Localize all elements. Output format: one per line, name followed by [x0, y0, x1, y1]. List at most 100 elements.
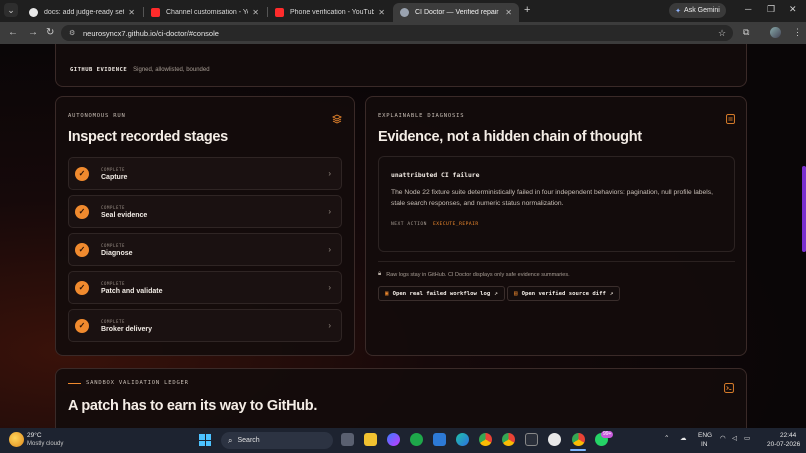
ask-gemini-label: Ask Gemini — [684, 7, 720, 14]
next-action-value: EXECUTE_REPAIR — [432, 222, 479, 227]
stage-patch-validate[interactable]: ✓ COMPLETE Patch and validate › — [68, 271, 342, 304]
windows-start-icon[interactable] — [199, 434, 211, 446]
reload-button[interactable]: ↻ — [46, 27, 54, 38]
tab-title: Channel customisation - YouTu — [166, 9, 248, 16]
xbox-icon[interactable] — [410, 433, 423, 446]
tab-youtube-channel[interactable]: Channel customisation - YouTu ✕ — [144, 3, 266, 22]
failure-title: unattributed CI failure — [391, 171, 480, 179]
arrow-right-icon: → — [28, 27, 38, 38]
tab-title: CI Doctor — Verified repair — [415, 9, 499, 16]
weather-text[interactable]: Mostly cloudy — [27, 441, 63, 447]
chrome-profile-icon[interactable] — [502, 433, 515, 446]
youtube-icon — [151, 8, 160, 17]
youtube-icon — [275, 8, 284, 17]
evidence-label: GITHUB EVIDENCE — [70, 67, 128, 73]
globe-icon — [400, 8, 409, 17]
language-top[interactable]: ENG — [698, 432, 712, 439]
chevron-right-icon: › — [328, 169, 331, 178]
wifi-icon[interactable]: ◠ — [720, 434, 726, 442]
close-icon[interactable]: ✕ — [252, 8, 259, 17]
tab-youtube-phone[interactable]: Phone verification - YouTube ✕ — [268, 3, 392, 22]
chevron-right-icon: › — [328, 245, 331, 254]
tab-github-docs[interactable]: docs: add judge-ready setup ar ✕ — [22, 3, 142, 22]
stage-status: COMPLETE — [101, 204, 126, 210]
stage-capture[interactable]: ✓ COMPLETE Capture › — [68, 157, 342, 190]
tab-search-button[interactable]: ⌄ — [4, 3, 18, 17]
next-action-row: NEXT ACTION EXECUTE_REPAIR — [391, 222, 479, 227]
open-workflow-log-label: Open real failed workflow log — [392, 290, 491, 297]
onedrive-icon[interactable]: ☁ — [680, 434, 687, 442]
back-button[interactable]: ← — [8, 27, 18, 38]
check-icon: ✓ — [75, 166, 89, 181]
volume-icon[interactable]: ◁ — [732, 434, 737, 442]
close-icon[interactable]: ✕ — [128, 8, 135, 17]
external-link-icon: ↗ — [609, 290, 614, 297]
stage-seal-evidence[interactable]: ✓ COMPLETE Seal evidence › — [68, 195, 342, 228]
taskbar-search[interactable]: ⌕ Search — [221, 432, 333, 449]
diagnosis-title: Evidence, not a hidden chain of thought — [378, 129, 642, 145]
close-icon[interactable]: ✕ — [505, 8, 512, 17]
chevron-up-icon[interactable]: ⌃ — [664, 434, 669, 442]
open-source-diff-label: Open verified source diff — [521, 290, 606, 297]
edge-icon[interactable] — [456, 433, 469, 446]
extensions-icon[interactable]: ⧉ — [743, 27, 749, 38]
divider — [378, 261, 735, 262]
open-workflow-log-button[interactable]: ▣ Open real failed workflow log ↗ — [378, 286, 505, 301]
chatgpt-icon[interactable] — [548, 433, 561, 446]
close-window-button[interactable]: ✕ — [789, 4, 797, 15]
evidence-card: GITHUB EVIDENCE Signed, allowlisted, bou… — [55, 44, 747, 87]
language-bottom[interactable]: IN — [701, 441, 708, 448]
layers-icon — [331, 111, 343, 124]
weather-icon[interactable] — [9, 432, 24, 447]
clock-time[interactable]: 22:44 — [780, 432, 796, 439]
clock-date[interactable]: 20-07-2026 — [767, 441, 800, 448]
lock-icon: 🔒︎ — [378, 271, 382, 277]
chrome-icon[interactable] — [479, 433, 492, 446]
battery-icon[interactable]: ▭ — [744, 434, 750, 442]
check-icon: ✓ — [75, 280, 89, 295]
autonomous-run-card: AUTONOMOUS RUN Inspect recorded stages ✓… — [55, 96, 355, 356]
stage-diagnose[interactable]: ✓ COMPLETE Diagnose › — [68, 233, 342, 266]
site-info-icon[interactable]: ⚙ — [69, 29, 77, 37]
tab-ci-doctor[interactable]: CI Doctor — Verified repair ✕ — [393, 3, 519, 22]
file-explorer-icon[interactable] — [364, 433, 377, 446]
close-icon[interactable]: ✕ — [378, 8, 385, 17]
maximize-button[interactable]: ❐ — [767, 4, 775, 15]
ask-gemini-button[interactable]: ✦ Ask Gemini — [669, 3, 726, 18]
profile-avatar[interactable] — [770, 27, 781, 38]
stage-name: Seal evidence — [101, 211, 148, 219]
chrome-active-icon[interactable] — [572, 433, 585, 446]
stage-status: COMPLETE — [101, 318, 126, 324]
sparkle-icon: ✦ — [675, 7, 682, 15]
arrow-left-icon: ← — [8, 27, 18, 38]
check-icon: ✓ — [75, 318, 89, 333]
eyebrow-rule — [68, 383, 81, 384]
task-view-icon[interactable] — [341, 433, 354, 446]
forward-button[interactable]: → — [28, 27, 38, 38]
open-source-diff-button[interactable]: ▤ Open verified source diff ↗ — [507, 286, 621, 301]
store-icon[interactable] — [433, 433, 446, 446]
reload-icon: ↻ — [46, 27, 55, 38]
ledger-card: SANDBOX VALIDATION LEDGER A patch has to… — [55, 368, 747, 428]
minimize-button[interactable]: ─ — [745, 4, 751, 14]
weather-temp[interactable]: 29°C — [27, 432, 42, 439]
stage-broker-delivery[interactable]: ✓ COMPLETE Broker delivery › — [68, 309, 342, 342]
autonomous-run-eyebrow: AUTONOMOUS RUN — [68, 113, 126, 119]
menu-kebab-icon[interactable]: ⋮ — [793, 27, 802, 38]
notification-badge: 99+ — [601, 431, 614, 438]
check-icon: ✓ — [75, 242, 89, 257]
bookmark-star-icon[interactable]: ☆ — [718, 28, 726, 39]
terminal-app-icon[interactable] — [525, 433, 538, 446]
chevron-down-icon: ⌄ — [7, 4, 15, 15]
new-tab-button[interactable]: + — [524, 4, 530, 16]
stage-name: Broker delivery — [101, 325, 152, 333]
stage-name: Diagnose — [101, 249, 133, 257]
page-viewport: GITHUB EVIDENCE Signed, allowlisted, bou… — [0, 44, 806, 428]
ledger-title: A patch has to earn its way to GitHub. — [68, 398, 318, 414]
scrollbar-thumb[interactable] — [802, 166, 806, 252]
file-icon: ▤ — [514, 290, 518, 297]
address-bar[interactable]: ⚙ neurosyncx7.github.io/ci-doctor/#conso… — [61, 25, 733, 41]
tab-title: docs: add judge-ready setup ar — [44, 9, 124, 16]
copilot-icon[interactable] — [387, 433, 400, 446]
failure-panel: unattributed CI failure The Node 22 fixt… — [378, 156, 735, 252]
